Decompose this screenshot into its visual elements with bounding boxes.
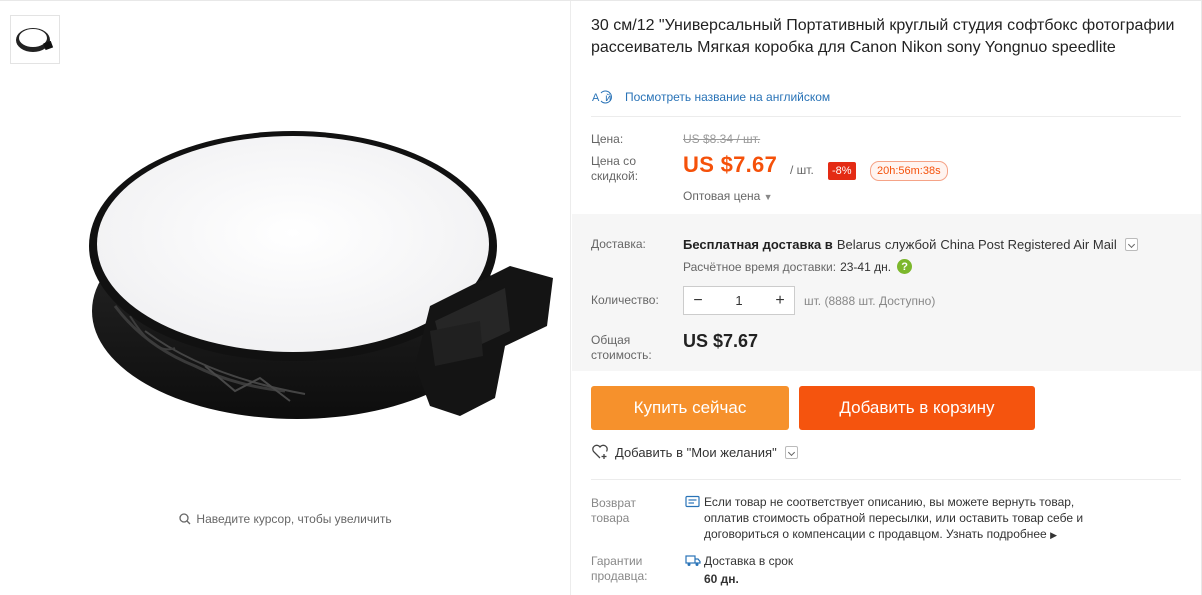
guarantee-label-line2: продавца: — [591, 569, 648, 583]
quantity-input[interactable] — [712, 293, 766, 308]
quantity-stepper: − + — [683, 286, 795, 315]
guarantee-line1: Доставка в срок — [704, 554, 794, 568]
return-policy-text: Если товар не соответствует описанию, вы… — [704, 494, 1083, 543]
return-policy-line3-text: договориться о компенсации с продавцом. — [704, 527, 943, 541]
chevron-right-icon: ▶ — [1050, 530, 1057, 540]
total-label: Общая стоимость: — [591, 333, 652, 363]
shipping-label: Доставка: — [591, 237, 646, 251]
quantity-increase-button[interactable]: + — [766, 287, 794, 314]
wholesale-price-toggle[interactable]: Оптовая цена ▼ — [683, 189, 773, 203]
guarantee-label: Гарантии продавца: — [591, 554, 648, 584]
translate-title-link[interactable]: A й Посмотреть название на английском — [591, 89, 830, 105]
heart-plus-icon — [592, 444, 608, 459]
quantity-label: Количество: — [591, 293, 659, 307]
discount-badge: -8% — [828, 162, 856, 180]
caret-down-icon: ▼ — [763, 192, 773, 202]
thumbnail-image[interactable] — [10, 15, 60, 64]
divider — [591, 116, 1181, 117]
discount-price-label-line2: скидкой: — [591, 169, 639, 183]
buy-now-button[interactable]: Купить сейчас — [591, 386, 789, 430]
returns-label-line1: Возврат — [591, 496, 636, 510]
returns-label: Возврат товара — [591, 496, 636, 526]
product-info: 30 см/12 "Универсальный Портативный круг… — [572, 1, 1201, 595]
wholesale-label[interactable]: Оптовая цена — [683, 189, 760, 203]
return-policy-line2: оплатив стоимость обратной пересылки, ил… — [704, 511, 1084, 525]
returns-label-line2: товара — [591, 511, 630, 525]
shipping-service: China Post Registered Air Mail — [940, 237, 1117, 252]
divider — [591, 479, 1181, 480]
svg-text:й: й — [605, 93, 612, 104]
discount-price-label-line1: Цена со — [591, 154, 636, 168]
learn-more-text[interactable]: Узнать подробнее — [946, 527, 1047, 541]
wishlist-label[interactable]: Добавить в "Мои желания" — [615, 445, 777, 460]
truck-icon — [685, 555, 701, 566]
zoom-hint-text: Наведите курсор, чтобы увеличить — [196, 512, 392, 526]
sale-price: US $7.67 — [683, 152, 778, 177]
svg-text:A: A — [592, 92, 600, 104]
countdown-timer: 20h:56m:38s — [870, 161, 948, 181]
guarantee-text: Доставка в срок 60 дн. — [704, 553, 793, 587]
shipping-dropdown-icon[interactable] — [1124, 238, 1138, 251]
product-title: 30 см/12 "Универсальный Портативный круг… — [591, 17, 1175, 56]
delivery-estimate-label: Расчётное время доставки: — [683, 259, 837, 274]
zoom-hint: Наведите курсор, чтобы увеличить — [0, 512, 571, 526]
return-policy-line1: Если товар не соответствует описанию, вы… — [704, 495, 1075, 509]
translate-title-text[interactable]: Посмотреть название на английском — [625, 90, 830, 104]
translate-icon: A й — [592, 90, 612, 104]
magnifier-icon — [179, 513, 191, 525]
discount-price-label: Цена со скидкой: — [591, 154, 638, 184]
shipping-country: Belarus — [836, 237, 881, 252]
product-page: Наведите курсор, чтобы увеличить 30 см/1… — [0, 0, 1202, 595]
price-unit: / шт. — [790, 163, 814, 177]
quantity-decrease-button[interactable]: − — [684, 287, 712, 314]
shipping-service-prefix: службой — [884, 237, 937, 252]
return-policy-icon — [685, 495, 700, 508]
free-shipping-prefix: Бесплатная доставка в — [683, 237, 833, 252]
delivery-estimate-value: 23-41 дн. — [840, 259, 892, 274]
wishlist-dropdown-icon[interactable] — [784, 445, 798, 459]
total-price: US $7.67 — [683, 331, 759, 351]
return-policy-line3: договориться о компенсации с продавцом. … — [704, 526, 1083, 543]
original-price: US $8.34 / шт. — [683, 132, 761, 146]
help-icon[interactable]: ? — [897, 259, 913, 274]
add-to-wishlist-button[interactable]: Добавить в "Мои желания" — [591, 444, 798, 460]
quantity-available: шт. (8888 шт. Доступно) — [804, 294, 936, 308]
delivery-estimate: Расчётное время доставки: 23-41 дн. ? — [683, 259, 913, 274]
shipping-method[interactable]: Бесплатная доставка в Belarus службой Ch… — [683, 237, 1138, 252]
add-to-cart-button[interactable]: Добавить в корзину — [799, 386, 1035, 430]
total-label-line2: стоимость: — [591, 348, 652, 362]
product-image[interactable] — [85, 116, 560, 436]
total-label-line1: Общая — [591, 333, 631, 347]
image-gallery: Наведите курсор, чтобы увеличить — [0, 1, 571, 595]
guarantee-label-line1: Гарантии — [591, 554, 643, 568]
price-label: Цена: — [591, 132, 624, 146]
guarantee-line2: 60 дн. — [704, 572, 739, 586]
learn-more-link[interactable]: Узнать подробнее ▶ — [946, 527, 1057, 541]
